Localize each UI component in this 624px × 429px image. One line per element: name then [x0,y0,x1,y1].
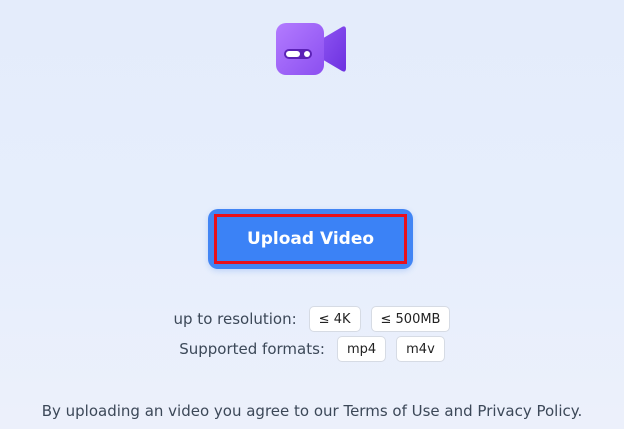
format-chip-mp4: mp4 [336,336,387,362]
resolution-label: up to resolution: [173,310,297,328]
formats-row: Supported formats: mp4 m4v [0,336,624,362]
upload-button-container: Upload Video [208,209,413,269]
size-limit-chip: ≤ 500MB [370,306,451,332]
video-camera-icon [276,23,346,75]
upload-page: Upload Video up to resolution: ≤ 4K ≤ 50… [0,0,624,429]
upload-video-button[interactable]: Upload Video [214,214,407,264]
format-chip-m4v: m4v [396,336,445,362]
formats-label: Supported formats: [179,340,325,358]
resolution-row: up to resolution: ≤ 4K ≤ 500MB [0,306,624,332]
terms-notice: By uploading an video you agree to our T… [41,402,583,420]
resolution-chip-4k: ≤ 4K [308,306,361,332]
